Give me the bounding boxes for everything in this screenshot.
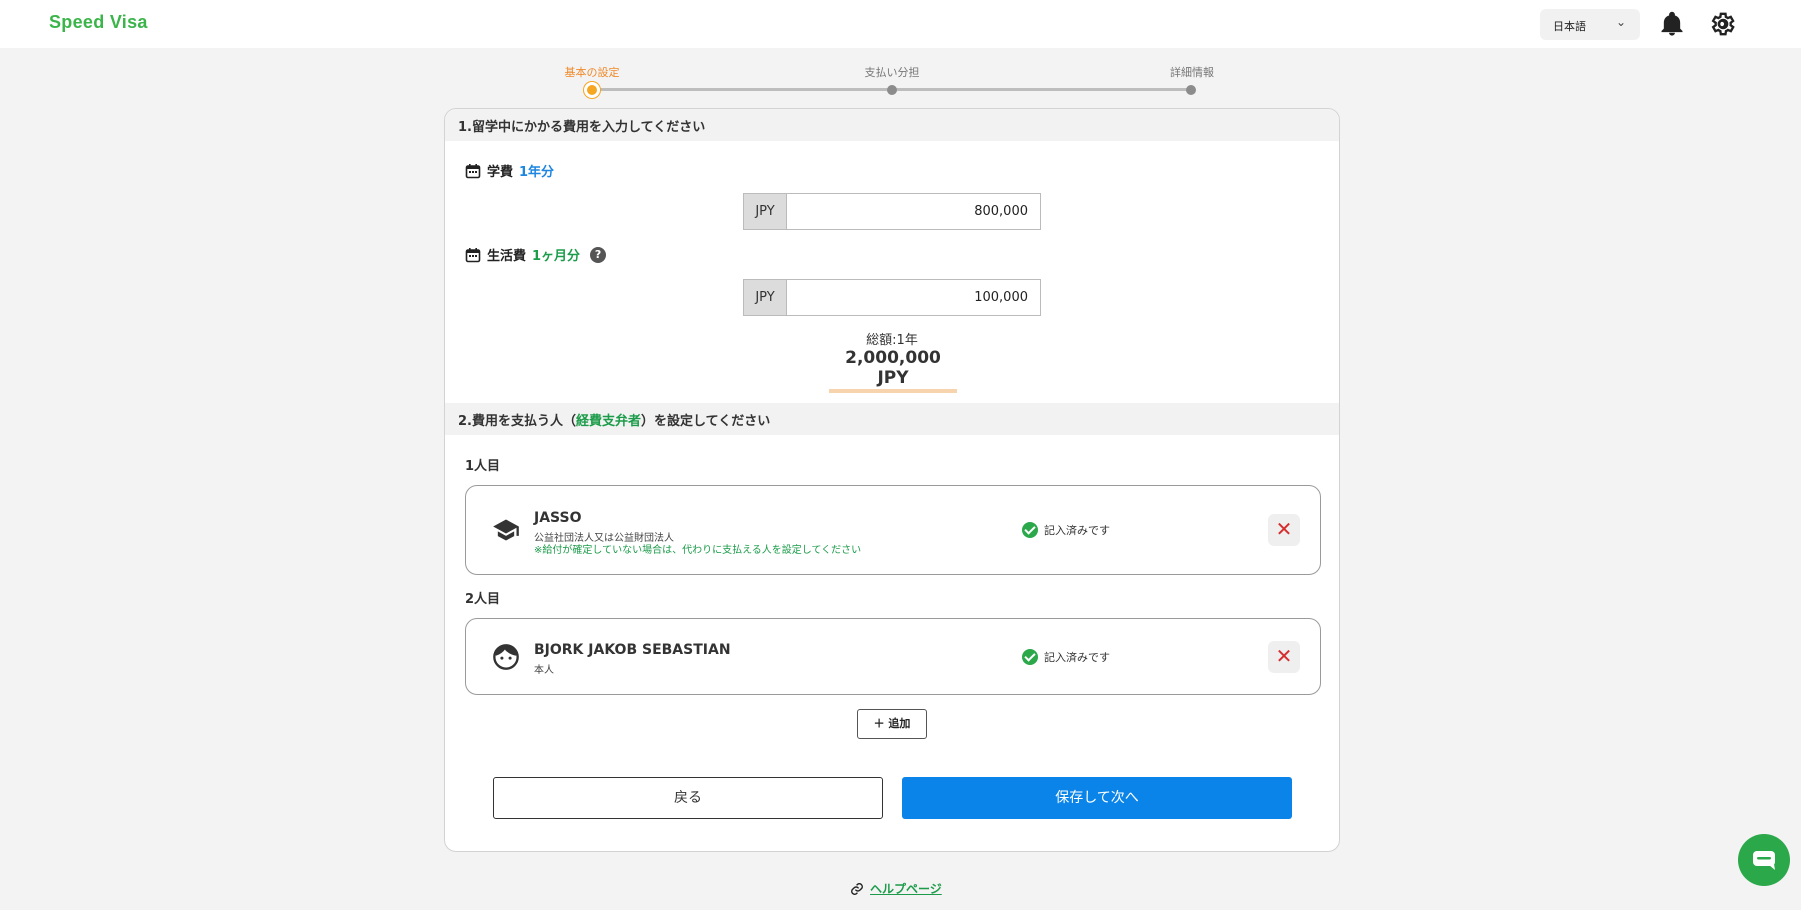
- add-payer-button[interactable]: ＋ 追加: [857, 709, 927, 739]
- chevron-down-icon: ⌄: [1615, 15, 1626, 29]
- help-page-link[interactable]: ヘルプページ: [850, 880, 942, 897]
- tuition-input[interactable]: [787, 194, 1040, 229]
- tuition-label: 学費 1年分: [465, 161, 554, 180]
- living-label: 生活費 1ヶ月分 ?: [465, 245, 607, 264]
- payer-name: JASSO: [534, 510, 582, 526]
- form-card: 1.留学中にかかる費用を入力してください 学費 1年分 JPY 生活費 1ヶ月分…: [444, 108, 1340, 852]
- graduation-cap-icon: [492, 516, 520, 544]
- plus-icon: ＋: [873, 717, 885, 730]
- help-page-link-text: ヘルプページ: [870, 882, 942, 896]
- section-heading-payers: 2.費用を支払う人（経費支弁者）を設定してください: [445, 403, 1339, 435]
- person-number-label: 1人目: [465, 459, 501, 474]
- save-next-button[interactable]: 保存して次へ: [902, 777, 1292, 819]
- living-label-text: 生活費: [487, 249, 527, 264]
- payer-type: 本人: [534, 665, 554, 676]
- app-header: Speed Visa 日本語 ⌄: [0, 0, 1801, 48]
- calendar-icon: [465, 163, 481, 178]
- tuition-currency: JPY: [744, 194, 787, 229]
- tuition-amount-field: JPY: [743, 193, 1041, 230]
- add-payer-label: 追加: [888, 717, 911, 730]
- chat-button[interactable]: [1738, 834, 1790, 886]
- chat-bubble-icon: [1753, 851, 1775, 870]
- person-number-label: 2人目: [465, 592, 501, 607]
- total-label: 総額:1年: [866, 333, 918, 348]
- section-heading-costs: 1.留学中にかかる費用を入力してください: [445, 109, 1339, 141]
- delete-payer-button[interactable]: ✕: [1268, 514, 1300, 546]
- language-select-value: 日本語: [1553, 20, 1586, 33]
- step-label-basic: 基本の設定: [564, 66, 620, 79]
- payer-note: ※給付が確定していない場合は、代わりに支払える人を設定してください: [534, 545, 862, 556]
- check-circle-icon: [1022, 649, 1038, 665]
- total-amount: 2,000,000 JPY: [829, 348, 957, 393]
- living-period: 1ヶ月分: [532, 249, 581, 264]
- tuition-period: 1年分: [519, 165, 555, 180]
- step-label-payment: 支払い分担: [864, 66, 920, 79]
- step-label-details: 詳細情報: [1170, 66, 1214, 79]
- check-circle-icon: [1022, 522, 1038, 538]
- living-amount-field: JPY: [743, 279, 1041, 316]
- language-select[interactable]: 日本語 ⌄: [1540, 9, 1640, 40]
- living-input[interactable]: [787, 280, 1040, 315]
- payers-heading-highlight: 経費支弁者: [575, 414, 641, 429]
- step-dot-active: [584, 82, 600, 98]
- step-dot: [1186, 85, 1196, 95]
- help-icon[interactable]: ?: [590, 246, 607, 263]
- living-currency: JPY: [744, 280, 787, 315]
- payers-heading-prefix: 2.費用を支払う人（: [458, 414, 576, 429]
- payer-status: 記入済みです: [1022, 522, 1110, 538]
- back-button[interactable]: 戻る: [493, 777, 883, 819]
- calendar-icon: [465, 247, 481, 262]
- link-icon: [851, 882, 863, 895]
- payer-card-jasso[interactable]: JASSO 公益社団法人又は公益財団法人 ※給付が確定していない場合は、代わりに…: [465, 485, 1321, 575]
- face-icon: [492, 643, 520, 671]
- gear-icon[interactable]: [1708, 10, 1736, 38]
- payer-status-text: 記入済みです: [1044, 524, 1110, 537]
- bell-icon[interactable]: [1658, 10, 1686, 38]
- app-logo[interactable]: Speed Visa: [49, 12, 148, 33]
- payer-name: BJORK JAKOB SEBASTIAN: [534, 642, 731, 658]
- payers-heading-suffix: ）を設定してください: [641, 414, 771, 429]
- tuition-label-text: 学費: [487, 165, 514, 180]
- payer-card-self[interactable]: BJORK JAKOB SEBASTIAN 本人 記入済みです ✕: [465, 618, 1321, 695]
- payer-status-text: 記入済みです: [1044, 651, 1110, 664]
- delete-payer-button[interactable]: ✕: [1268, 641, 1300, 673]
- payer-status: 記入済みです: [1022, 649, 1110, 665]
- step-dot: [887, 85, 897, 95]
